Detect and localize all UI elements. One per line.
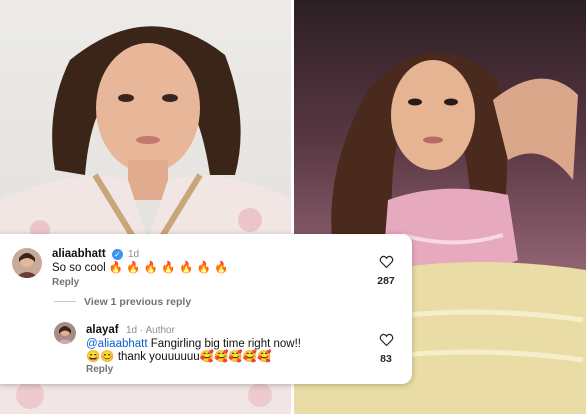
avatar-image — [12, 248, 42, 278]
view-replies-line — [54, 301, 76, 302]
replier-avatar[interactable] — [54, 322, 76, 344]
reply-like-count: 83 — [380, 353, 392, 365]
commenter-username[interactable]: aliaabhatt — [52, 248, 106, 260]
comment-like-count: 287 — [377, 275, 395, 287]
reply-time: 1d · Author — [126, 325, 175, 336]
mention-link[interactable]: @aliaabhatt — [86, 338, 148, 350]
reply-text-line2: 😄😊 thank youuuuuu🥰🥰🥰🥰🥰 — [86, 351, 272, 363]
reply-like[interactable]: 83 — [370, 333, 402, 365]
verified-badge-icon: ✓ — [112, 249, 123, 260]
reply-text: Fangirling big time right now!! — [147, 338, 301, 350]
avatar-image — [54, 322, 76, 344]
reply-reply-button[interactable]: Reply — [86, 364, 113, 375]
reply-time-value: 1d — [126, 325, 138, 336]
comment-thread-card: aliaabhatt ✓ 1d So so cool 🔥 🔥 🔥 🔥 🔥 🔥 🔥… — [0, 234, 412, 384]
heart-outline-icon[interactable] — [379, 255, 394, 269]
commenter-avatar[interactable] — [12, 248, 42, 278]
comment-like[interactable]: 287 — [370, 255, 402, 287]
comment-text: So so cool 🔥 🔥 🔥 🔥 🔥 🔥 🔥 — [52, 262, 229, 274]
comment-time: 1d — [128, 249, 140, 260]
author-badge: Author — [145, 325, 175, 336]
heart-outline-icon[interactable] — [379, 333, 394, 347]
replier-username[interactable]: alayaf — [86, 324, 119, 336]
view-previous-replies-button[interactable]: View 1 previous reply — [84, 296, 191, 308]
comment-reply-button[interactable]: Reply — [52, 277, 79, 288]
